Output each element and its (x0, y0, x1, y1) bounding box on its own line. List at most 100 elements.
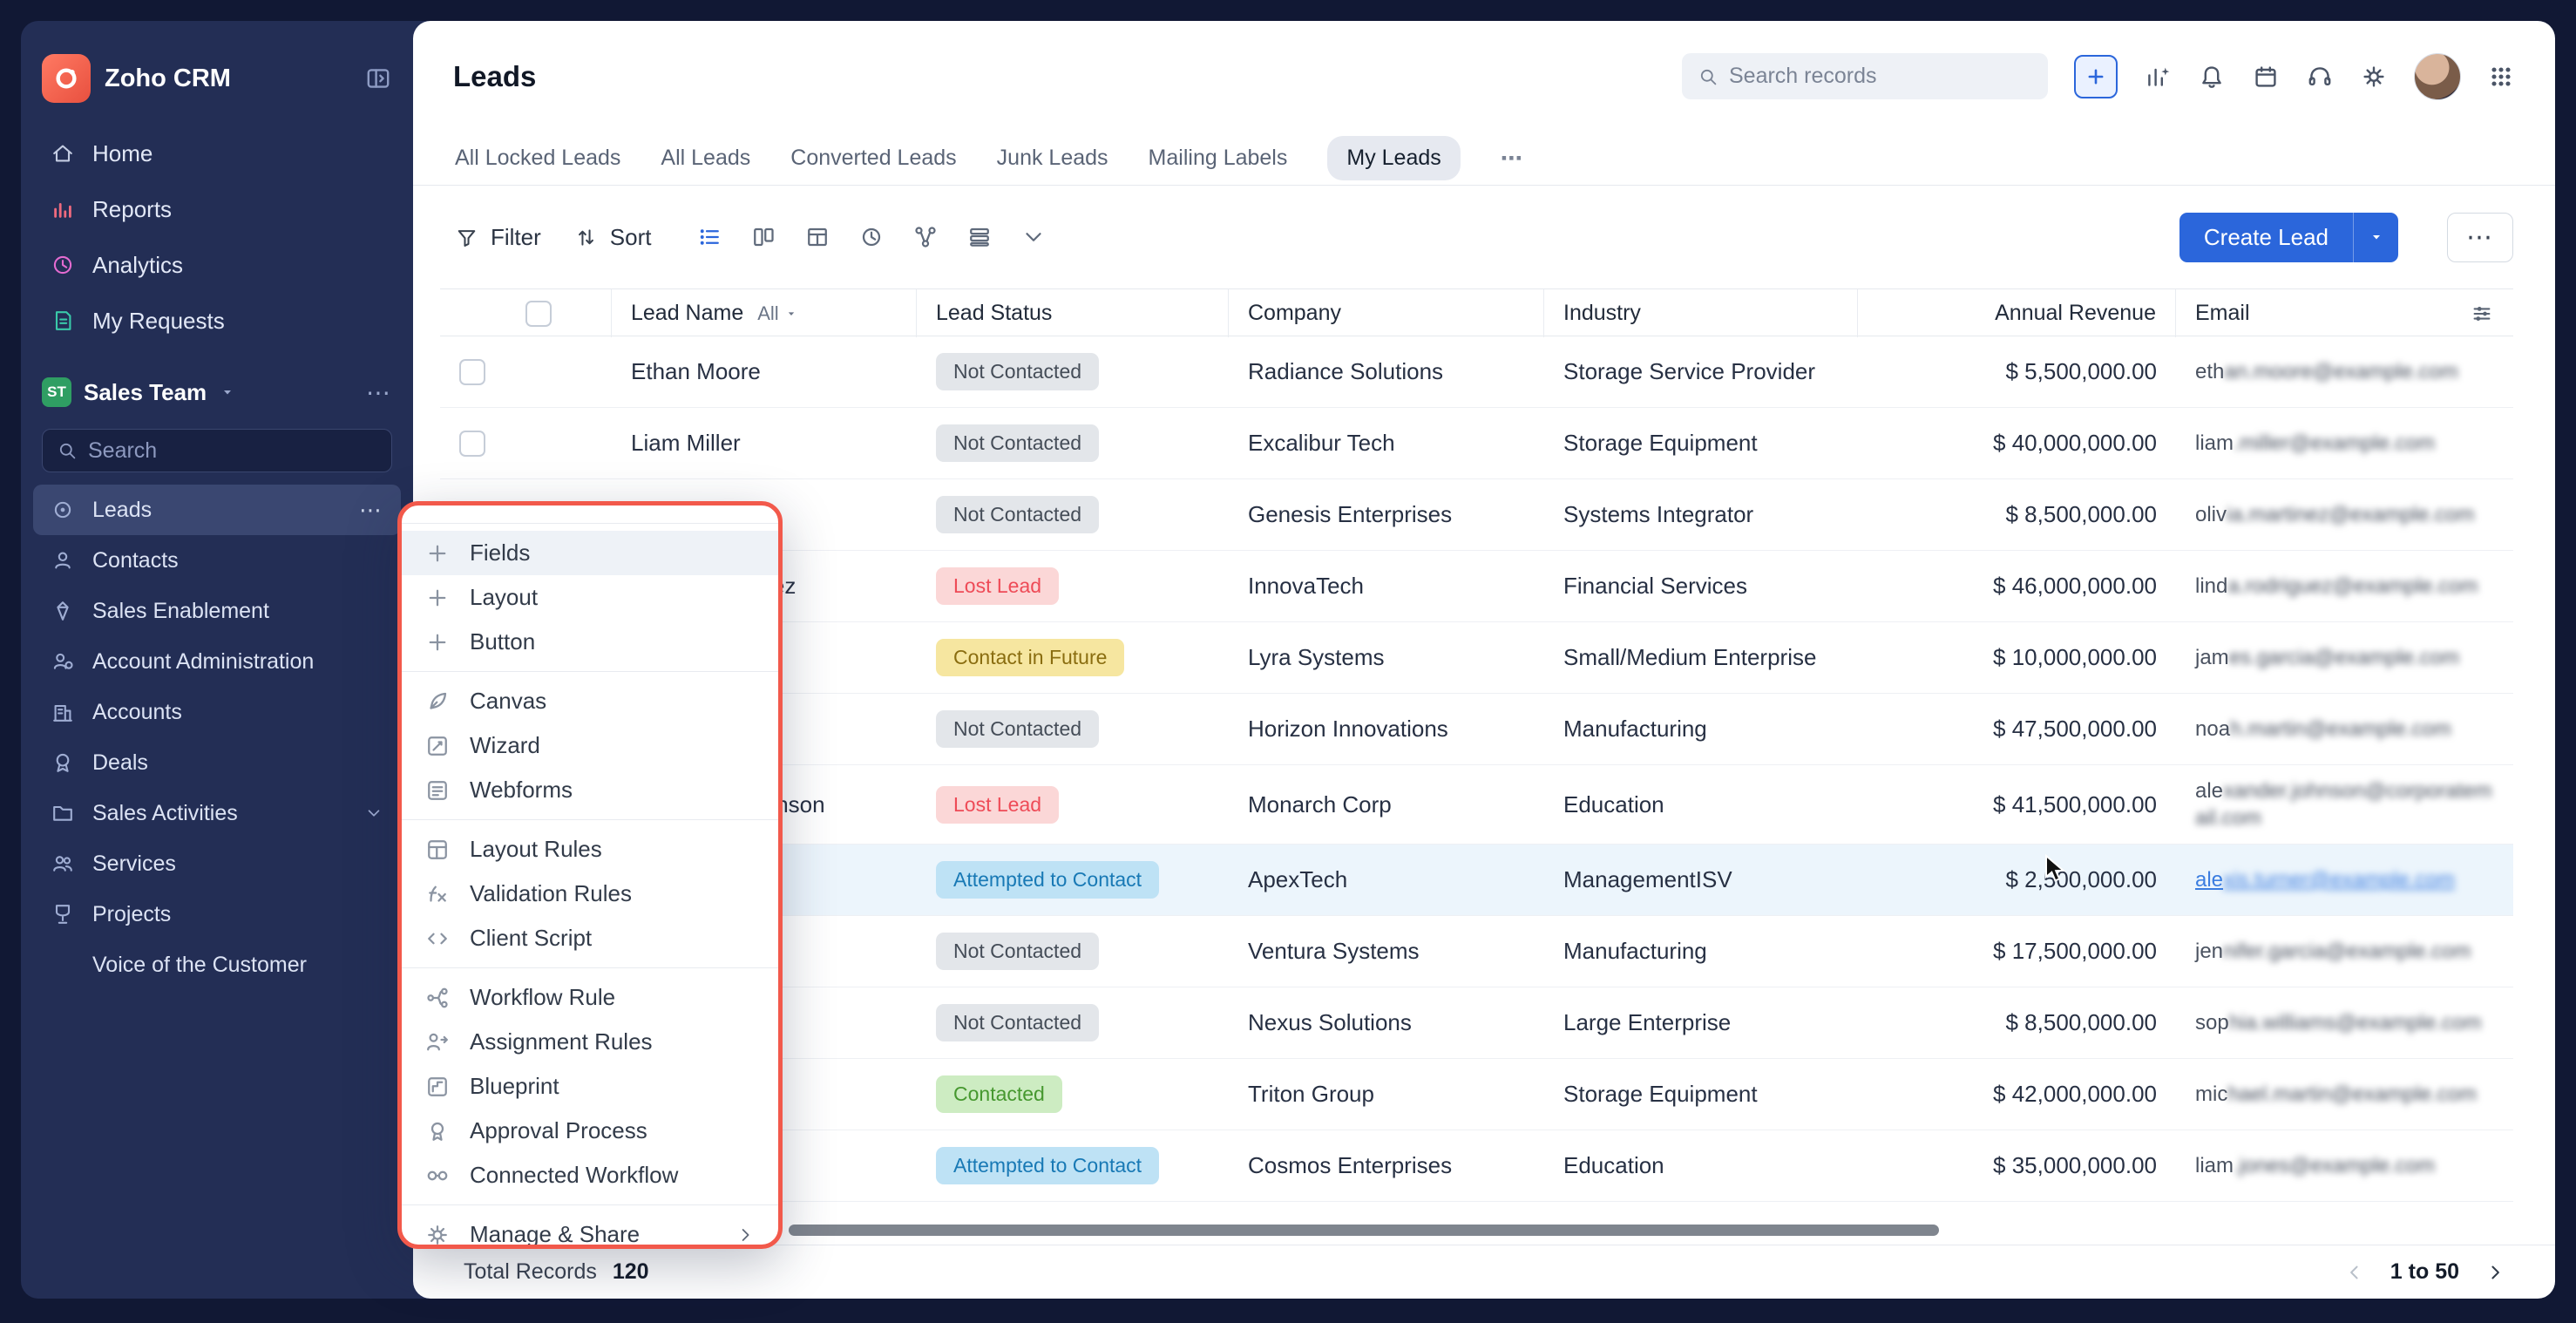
menu-item[interactable]: Wizard (402, 723, 778, 768)
timeline-view-icon[interactable] (858, 224, 885, 250)
next-page-icon[interactable] (2484, 1261, 2506, 1284)
menu-item[interactable]: Validation Rules (402, 872, 778, 916)
column-header-lead-name[interactable]: Lead Name All (612, 289, 917, 337)
global-search[interactable] (1682, 53, 2048, 99)
team-more-icon[interactable]: ⋯ (366, 378, 392, 407)
sidebar-nav-item[interactable]: Home (33, 126, 401, 181)
accounts-icon (51, 700, 75, 724)
s idebar-module-item[interactable]: Projects (33, 889, 401, 940)
prev-page-icon[interactable] (2343, 1261, 2366, 1284)
column-header-company[interactable]: Company (1229, 289, 1544, 337)
hierarchy-view-icon[interactable] (912, 224, 939, 250)
view-tab[interactable]: All Locked Leads (455, 146, 620, 171)
email-text[interactable]: alexis.turner@example.com (2195, 866, 2455, 893)
select-all-checkbox[interactable] (525, 301, 552, 327)
view-tab[interactable]: All Leads (661, 146, 750, 171)
row-checkbox[interactable] (459, 431, 485, 457)
contacts-icon (51, 548, 75, 573)
lead-name-filter-dropdown[interactable]: All (757, 302, 797, 325)
chevron-down-icon[interactable] (364, 804, 383, 823)
collapse-sidebar-icon[interactable] (364, 64, 392, 92)
column-header-industry[interactable]: Industry (1544, 289, 1858, 337)
email-text[interactable]: james.garcia@example.com (2195, 644, 2459, 671)
blueprint-icon (424, 1074, 451, 1100)
sort-button[interactable]: Sort (574, 224, 652, 251)
sidebar-nav-item[interactable]: Reports (33, 181, 401, 237)
menu-item[interactable]: Layout (402, 575, 778, 620)
toolbar-more-button[interactable]: ⋯ (2447, 213, 2513, 262)
menu-item[interactable]: Webforms (402, 768, 778, 812)
view-tab[interactable]: ⋯ (1501, 146, 1524, 172)
menu-item[interactable]: Fields (402, 531, 778, 575)
kanban-view-icon[interactable] (750, 224, 776, 250)
sidebar-search[interactable] (42, 429, 392, 472)
notifications-bell-icon[interactable] (2198, 63, 2226, 91)
email-text[interactable]: alexander.johnson@corporatemail.com (2195, 777, 2494, 831)
s idebar-module-item[interactable]: Sales Enablement (33, 586, 401, 636)
menu-item-label: Validation Rules (470, 880, 632, 907)
menu-item[interactable]: Blueprint (402, 1064, 778, 1109)
column-header-lead-status[interactable]: Lead Status (917, 289, 1229, 337)
email-text[interactable]: liam.jones@example.com (2195, 1152, 2435, 1179)
sidebar-nav-item[interactable]: My Requests (33, 293, 401, 349)
table-view-icon[interactable] (804, 224, 830, 250)
create-lead-button[interactable]: Create Lead (2179, 213, 2398, 262)
module-more-icon[interactable]: ⋯ (359, 497, 383, 524)
filter-button[interactable]: Filter (455, 224, 541, 251)
s idebar-module-item[interactable]: Account Administration (33, 636, 401, 687)
menu-item[interactable]: Connected Workflow (402, 1153, 778, 1197)
row-checkbox[interactable] (459, 359, 485, 385)
more-views-chevron-icon[interactable] (1020, 224, 1047, 250)
annual-revenue-cell: $ 10,000,000.00 (1858, 632, 2176, 683)
create-lead-dropdown[interactable] (2353, 213, 2398, 262)
industry-cell: Systems Integrator (1544, 489, 1858, 540)
settings-gear-icon[interactable] (2360, 63, 2388, 91)
s idebar-module-item[interactable]: Sales Activities (33, 788, 401, 838)
sidebar-module-label: Projects (92, 902, 171, 927)
table-row[interactable]: Ethan Moore Not Contacted Radiance Solut… (440, 336, 2513, 408)
menu-item[interactable]: Client Script (402, 916, 778, 960)
s idebar-module-item[interactable]: Deals (33, 737, 401, 788)
view-tab[interactable]: Junk Leads (997, 146, 1108, 171)
sidebar-nav-item[interactable]: Analytics (33, 237, 401, 293)
menu-item[interactable]: Canvas (402, 679, 778, 723)
list-view-icon[interactable] (696, 224, 722, 250)
menu-item[interactable]: Manage & Share (402, 1212, 778, 1249)
support-headset-icon[interactable] (2306, 63, 2334, 91)
menu-item[interactable]: Approval Process (402, 1109, 778, 1153)
calendar-icon[interactable] (2252, 63, 2280, 91)
email-text[interactable]: ethan.moore@example.com (2195, 358, 2458, 385)
email-text[interactable]: liam.miller@example.com (2195, 430, 2435, 457)
view-tab[interactable]: Mailing Labels (1149, 146, 1288, 171)
column-header-annual-revenue[interactable]: Annual Revenue (1858, 289, 2176, 337)
email-text[interactable]: olivia.martinez@example.com (2195, 501, 2474, 528)
app-grid-icon[interactable] (2487, 63, 2515, 91)
menu-item[interactable]: Workflow Rule (402, 975, 778, 1020)
menu-item[interactable]: Button (402, 620, 778, 664)
menu-item[interactable]: Assignment Rules (402, 1020, 778, 1064)
email-text[interactable]: sophia.williams@example.com (2195, 1009, 2481, 1036)
quick-create-button[interactable] (2074, 55, 2118, 98)
s idebar-module-item[interactable]: Contacts (33, 535, 401, 586)
menu-item[interactable]: Layout Rules (402, 827, 778, 872)
zia-insights-icon[interactable] (2144, 63, 2172, 91)
team-selector[interactable]: ST Sales Team ⋯ (42, 368, 392, 417)
column-header-email[interactable]: Email (2176, 289, 2513, 337)
view-tab[interactable]: Converted Leads (790, 146, 956, 171)
s idebar-module-item[interactable]: Voice of the Customer (33, 940, 401, 990)
s idebar-module-item[interactable]: Leads ⋯ (33, 485, 401, 535)
view-tab[interactable]: My Leads (1327, 136, 1460, 180)
horizontal-scrollbar[interactable] (789, 1225, 1939, 1236)
column-settings-icon[interactable] (2470, 302, 2494, 326)
email-text[interactable]: jennifer.garcia@example.com (2195, 938, 2471, 965)
table-row[interactable]: Liam Miller Not Contacted Excalibur Tech… (440, 408, 2513, 479)
email-text[interactable]: michael.martin@example.com (2195, 1081, 2477, 1108)
s idebar-module-item[interactable]: Accounts (33, 687, 401, 737)
email-text[interactable]: noah.martin@example.com (2195, 716, 2451, 743)
global-search-input[interactable] (1729, 64, 2032, 89)
sidebar-search-input[interactable] (88, 438, 377, 464)
user-avatar[interactable] (2414, 53, 2461, 100)
email-text[interactable]: linda.rodriguez@example.com (2195, 573, 2478, 600)
s idebar-module-item[interactable]: Services (33, 838, 401, 889)
split-view-icon[interactable] (966, 224, 993, 250)
